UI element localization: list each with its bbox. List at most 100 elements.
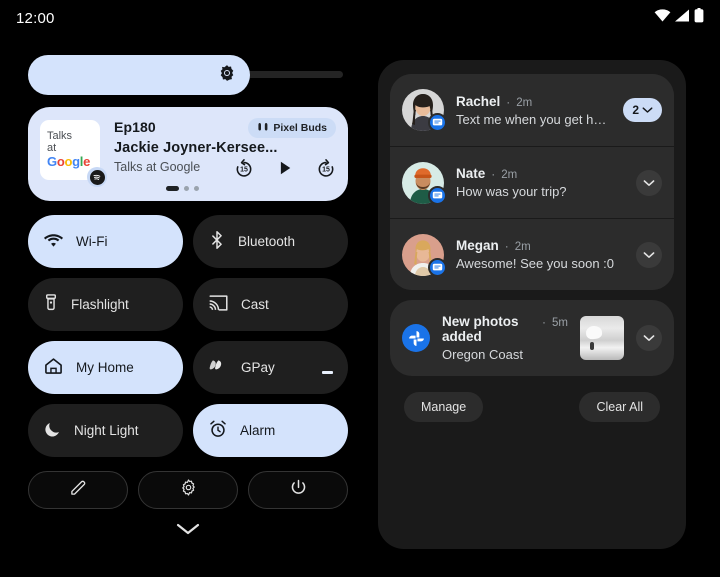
notification-header: Nate · 2m xyxy=(456,166,624,181)
quick-settings-column: Talks at Google Pixel Buds Ep180 Jackie … xyxy=(28,55,348,541)
media-info: Pixel Buds Ep180 Jackie Joyner-Kersee...… xyxy=(114,118,336,191)
tile-label: Night Light xyxy=(74,423,139,438)
notification-separator: · xyxy=(504,239,509,253)
wifi-icon xyxy=(44,233,63,251)
chevron-down-icon xyxy=(643,174,655,192)
tile-gpay[interactable]: GPay xyxy=(193,341,348,394)
chevron-down-icon xyxy=(643,246,655,264)
tile-alarm[interactable]: Alarm xyxy=(193,404,348,457)
media-controls: 15 15 xyxy=(234,158,336,183)
notification-content: Megan · 2m Awesome! See you soon :0 xyxy=(456,238,624,271)
tile-label: My Home xyxy=(76,360,134,375)
tile-label: Flashlight xyxy=(71,297,129,312)
power-button[interactable] xyxy=(248,471,348,509)
album-art-line3: Google xyxy=(47,153,91,169)
media-output-chip[interactable]: Pixel Buds xyxy=(248,118,336,138)
wifi-icon xyxy=(654,9,671,27)
manage-button[interactable]: Manage xyxy=(404,392,484,422)
avatar xyxy=(402,161,447,205)
tile-label: Wi-Fi xyxy=(76,234,108,249)
tile-label: Bluetooth xyxy=(238,234,296,249)
page-dot xyxy=(184,186,189,191)
media-page-dots xyxy=(166,186,199,191)
notification-header: Megan · 2m xyxy=(456,238,624,253)
earbuds-icon xyxy=(257,122,269,135)
notification-title: New photos added xyxy=(442,314,519,344)
media-output-label: Pixel Buds xyxy=(273,122,327,134)
google-photos-icon xyxy=(402,324,430,352)
quick-settings-tile-grid: Wi-Fi Bluetooth Flashlight Cast My Home … xyxy=(28,215,348,457)
notification-message: Text me when you get here! xyxy=(456,111,612,127)
tile-label: Alarm xyxy=(240,423,276,438)
home-icon xyxy=(44,357,63,378)
messages-icon xyxy=(428,257,447,277)
notification-time: 2m xyxy=(514,241,531,253)
notification-message: Awesome! See you soon :0 xyxy=(456,256,615,271)
notification-expand-button[interactable] xyxy=(636,241,662,268)
notification-sender: Nate xyxy=(456,166,486,181)
notification-nate[interactable]: Nate · 2m How was your trip? xyxy=(390,146,674,218)
notification-footer-actions: Manage Clear All xyxy=(390,392,674,422)
bluetooth-icon xyxy=(209,231,225,252)
notification-new-photos[interactable]: New photos added · 5m Oregon Coast xyxy=(390,300,674,376)
notification-separator: · xyxy=(491,167,496,181)
tile-cast[interactable]: Cast xyxy=(193,278,348,331)
notification-subtitle: Oregon Coast xyxy=(442,347,523,362)
notification-content: New photos added · 5m Oregon Coast xyxy=(442,314,568,362)
android-quick-settings-screen: 12:00 Talks at Google Pixel Buds Ep180 J… xyxy=(0,0,720,577)
status-icon-group xyxy=(654,8,704,28)
tile-night-light[interactable]: Night Light xyxy=(28,404,183,457)
notification-rachel[interactable]: Rachel · 2m Text me when you get here! 2 xyxy=(390,74,674,146)
cellular-signal-icon xyxy=(675,9,690,27)
collapse-shade-handle[interactable] xyxy=(28,522,348,541)
notification-time: 2m xyxy=(516,96,533,109)
notification-header: Rachel · 2m xyxy=(456,94,611,109)
rewind-15-button[interactable]: 15 xyxy=(234,158,254,183)
tile-my-home[interactable]: My Home xyxy=(28,341,183,394)
notification-content: Nate · 2m How was your trip? xyxy=(456,166,624,199)
moon-icon xyxy=(44,421,61,441)
brightness-slider[interactable] xyxy=(28,55,348,95)
notification-header: New photos added · 5m xyxy=(442,314,568,344)
messages-icon xyxy=(428,113,447,132)
tile-bluetooth[interactable]: Bluetooth xyxy=(193,215,348,268)
gear-icon xyxy=(180,479,197,501)
clear-all-button[interactable]: Clear All xyxy=(579,392,660,422)
notification-count-expand[interactable]: 2 xyxy=(623,98,662,122)
notification-sender: Rachel xyxy=(456,93,501,109)
tile-label: Cast xyxy=(241,297,269,312)
notification-expand-button[interactable] xyxy=(636,169,662,196)
chevron-down-icon xyxy=(643,329,655,347)
notification-separator: · xyxy=(542,315,547,329)
notification-megan[interactable]: Megan · 2m Awesome! See you soon :0 xyxy=(390,218,674,290)
status-clock: 12:00 xyxy=(16,9,55,27)
chevron-down-icon xyxy=(642,103,653,117)
notification-expand-button[interactable] xyxy=(636,325,662,351)
alarm-icon xyxy=(209,420,227,441)
spotify-icon xyxy=(87,167,107,187)
notification-time: 2m xyxy=(501,169,518,181)
status-bar: 12:00 xyxy=(0,0,720,36)
quick-settings-actions xyxy=(28,471,348,509)
notification-content: Rachel · 2m Text me when you get here! xyxy=(456,94,611,127)
messages-icon xyxy=(428,185,447,205)
edit-tiles-button[interactable] xyxy=(28,471,128,509)
tile-flashlight[interactable]: Flashlight xyxy=(28,278,183,331)
forward-15-button[interactable]: 15 xyxy=(316,158,336,183)
avatar xyxy=(402,233,447,277)
tile-wifi[interactable]: Wi-Fi xyxy=(28,215,183,268)
notification-message: How was your trip? xyxy=(456,184,567,199)
settings-button[interactable] xyxy=(138,471,238,509)
media-player-card[interactable]: Talks at Google Pixel Buds Ep180 Jackie … xyxy=(28,107,348,201)
notification-count: 2 xyxy=(632,103,639,117)
cast-icon xyxy=(209,295,228,314)
flashlight-icon xyxy=(44,293,58,316)
power-icon xyxy=(290,479,307,501)
notification-sender: Megan xyxy=(456,238,499,253)
play-button[interactable] xyxy=(276,159,294,182)
page-dot xyxy=(194,186,199,191)
notification-group: Rachel · 2m Text me when you get here! 2 xyxy=(390,74,674,290)
notification-shade: Rachel · 2m Text me when you get here! 2 xyxy=(378,60,686,549)
pencil-icon xyxy=(70,479,87,501)
notification-time: 5m xyxy=(552,317,568,329)
